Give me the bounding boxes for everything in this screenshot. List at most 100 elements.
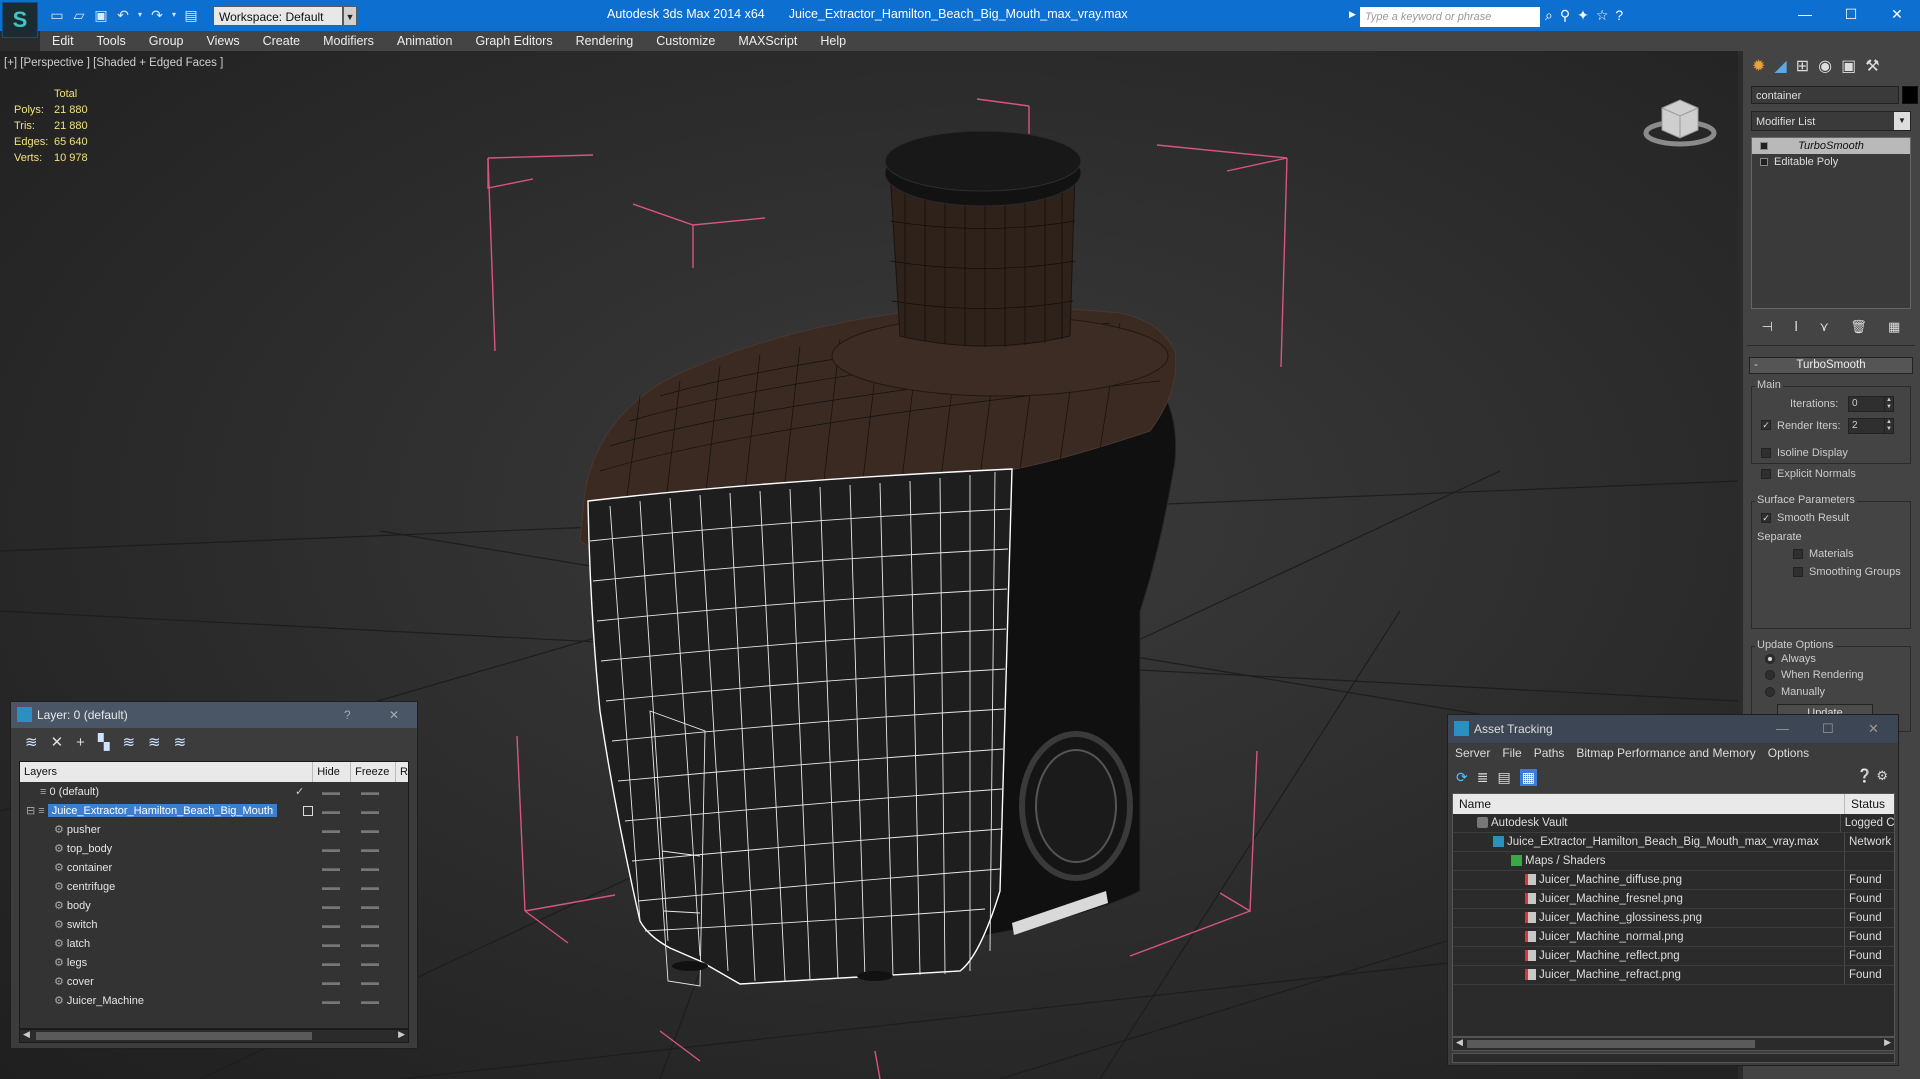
menu-maxscript[interactable]: MAXScript [738, 34, 797, 48]
object-row[interactable]: ⚙ centrifuge ▬▬ ▬▬ [20, 877, 408, 896]
object-row[interactable]: ⚙ Juicer_Machine ▬▬ ▬▬ [20, 991, 408, 1010]
make-unique-icon[interactable]: ⋎ [1819, 319, 1829, 335]
asset-row[interactable]: Juicer_Machine_glossiness.png Found [1453, 909, 1894, 928]
show-end-result-icon[interactable]: Ⅰ [1794, 319, 1798, 335]
asset-menu-server[interactable]: Server [1455, 746, 1490, 760]
layer-close-button[interactable]: ✕ [389, 702, 399, 728]
menu-customize[interactable]: Customize [656, 34, 715, 48]
object-row[interactable]: ⚙ legs ▬▬ ▬▬ [20, 953, 408, 972]
asset-row[interactable]: Maps / Shaders [1453, 852, 1894, 871]
close-button[interactable]: ✕ [1874, 0, 1920, 31]
asset-close-button[interactable]: ✕ [1868, 715, 1879, 743]
asset-menu-file[interactable]: File [1502, 746, 1521, 760]
modifier-list-dropdown[interactable]: Modifier List ▼ [1751, 111, 1911, 131]
freeze-all-icon[interactable]: ≋ [174, 733, 187, 751]
asset-menu-bitmap-performance[interactable]: Bitmap Performance and Memory [1576, 746, 1755, 760]
search-icon[interactable]: ⚲ [1560, 7, 1570, 24]
hierarchy-tab-icon[interactable]: ⊞ [1796, 56, 1809, 76]
menu-tools[interactable]: Tools [97, 34, 126, 48]
scroll-right-icon[interactable]: ▶ [1884, 1037, 1891, 1048]
delete-layer-icon[interactable]: ✕ [51, 733, 64, 751]
layer-row[interactable]: ≡ 0 (default) ✓ ▬▬ ▬▬ [20, 782, 408, 801]
table-view-icon[interactable]: ▤ [1497, 769, 1510, 786]
current-layer-box-icon[interactable] [303, 805, 313, 816]
render-iters-spinner[interactable]: 2 ▲ ▼ [1848, 418, 1894, 434]
create-layer-icon[interactable]: ≋ [25, 733, 38, 751]
undo-icon[interactable]: ↶ [114, 6, 132, 24]
binoculars-icon[interactable]: ⌕ [1545, 7, 1553, 24]
iterations-spinner[interactable]: 0 ▲ ▼ [1848, 396, 1894, 412]
smoothing-groups-checkbox[interactable] [1793, 567, 1803, 577]
smooth-result-checkbox[interactable]: ✓ [1761, 513, 1771, 523]
scroll-right-icon[interactable]: ▶ [398, 1029, 405, 1040]
search-expand-icon[interactable]: ▶ [1349, 9, 1356, 20]
stack-item-turbosmooth[interactable]: TurboSmooth [1752, 138, 1910, 154]
asset-row[interactable]: Juicer_Machine_diffuse.png Found [1453, 871, 1894, 890]
remove-modifier-icon[interactable]: 🗑 [1850, 319, 1867, 335]
isoline-display-checkbox[interactable] [1761, 448, 1771, 458]
grid-view-icon[interactable]: ▦ [1519, 768, 1537, 786]
new-file-icon[interactable]: ▭ [48, 6, 66, 24]
object-row[interactable]: ⚙ pusher ▬▬ ▬▬ [20, 820, 408, 839]
menu-create[interactable]: Create [263, 34, 301, 48]
menu-group[interactable]: Group [149, 34, 184, 48]
app-logo-icon[interactable]: S [2, 2, 38, 38]
create-tab-icon[interactable]: ✹ [1752, 56, 1765, 76]
always-radio[interactable] [1765, 654, 1775, 664]
workspace-select[interactable]: Workspace: Default [213, 6, 343, 26]
bulb-icon[interactable] [1760, 142, 1768, 150]
save-icon[interactable]: ▣ [92, 6, 110, 24]
hide-all-icon[interactable]: ≋ [148, 733, 161, 751]
col-status[interactable]: Status [1845, 794, 1893, 814]
object-row[interactable]: ⚙ top_body ▬▬ ▬▬ [20, 839, 408, 858]
render-iters-checkbox[interactable]: ✓ [1761, 420, 1771, 430]
chevron-down-icon[interactable]: ▼ [1894, 112, 1910, 130]
col-render[interactable]: R [396, 762, 408, 782]
scroll-thumb[interactable] [1467, 1040, 1755, 1048]
open-file-icon[interactable]: ▱ [70, 6, 88, 24]
display-tab-icon[interactable]: ▣ [1841, 56, 1856, 76]
subscription-icon[interactable]: ✦ [1577, 7, 1589, 24]
col-hide[interactable]: Hide [313, 762, 352, 782]
spinner-arrows-icon[interactable]: ▲ ▼ [1884, 419, 1893, 433]
asset-menu-options[interactable]: Options [1768, 746, 1809, 760]
when-rendering-radio[interactable] [1765, 670, 1775, 680]
asset-row[interactable]: Juicer_Machine_fresnel.png Found [1453, 890, 1894, 909]
pin-stack-icon[interactable]: ⊣ [1762, 319, 1773, 335]
object-row[interactable]: ⚙ body ▬▬ ▬▬ [20, 896, 408, 915]
utilities-tab-icon[interactable]: ⚒ [1865, 56, 1879, 76]
col-freeze[interactable]: Freeze [351, 762, 397, 782]
explicit-normals-checkbox[interactable] [1761, 469, 1771, 479]
refresh-icon[interactable]: ⟳ [1456, 769, 1468, 786]
help-icon[interactable]: ? [1615, 7, 1623, 24]
object-row[interactable]: ⚙ cover ▬▬ ▬▬ [20, 972, 408, 991]
project-folder-icon[interactable]: ▤ [182, 6, 200, 24]
undo-dropdown-icon[interactable]: ▾ [136, 6, 144, 24]
asset-maximize-button[interactable]: ☐ [1822, 715, 1834, 743]
object-row[interactable]: ⚙ container ▬▬ ▬▬ [20, 858, 408, 877]
asset-help-icon[interactable]: ❔ ⚙ [1857, 768, 1888, 784]
layer-row-selected[interactable]: ⊟ ≡ Juice_Extractor_Hamilton_Beach_Big_M… [20, 801, 408, 820]
viewport-label[interactable]: [+] [Perspective ] [Shaded + Edged Faces… [4, 57, 223, 69]
asset-menu-paths[interactable]: Paths [1534, 746, 1565, 760]
menu-edit[interactable]: Edit [52, 34, 74, 48]
redo-icon[interactable]: ↷ [148, 6, 166, 24]
turbosmooth-rollout-header[interactable]: - TurboSmooth [1749, 357, 1913, 374]
menu-help[interactable]: Help [820, 34, 846, 48]
col-layers[interactable]: Layers [20, 762, 314, 782]
spinner-arrows-icon[interactable]: ▲ ▼ [1884, 397, 1893, 411]
manually-radio[interactable] [1765, 687, 1775, 697]
object-row[interactable]: ⚙ switch ▬▬ ▬▬ [20, 915, 408, 934]
menu-views[interactable]: Views [206, 34, 239, 48]
favorites-star-icon[interactable]: ☆ [1596, 7, 1609, 24]
asset-row[interactable]: Juicer_Machine_refract.png Found [1453, 966, 1894, 985]
redo-dropdown-icon[interactable]: ▾ [170, 6, 178, 24]
add-to-layer-icon[interactable]: + [76, 734, 85, 751]
motion-tab-icon[interactable]: ◉ [1818, 56, 1832, 76]
object-row[interactable]: ⚙ latch ▬▬ ▬▬ [20, 934, 408, 953]
minimize-button[interactable]: — [1782, 0, 1828, 31]
layer-help-button[interactable]: ? [344, 702, 351, 728]
menu-animation[interactable]: Animation [397, 34, 453, 48]
menu-rendering[interactable]: Rendering [576, 34, 634, 48]
asset-row[interactable]: Juicer_Machine_normal.png Found [1453, 928, 1894, 947]
